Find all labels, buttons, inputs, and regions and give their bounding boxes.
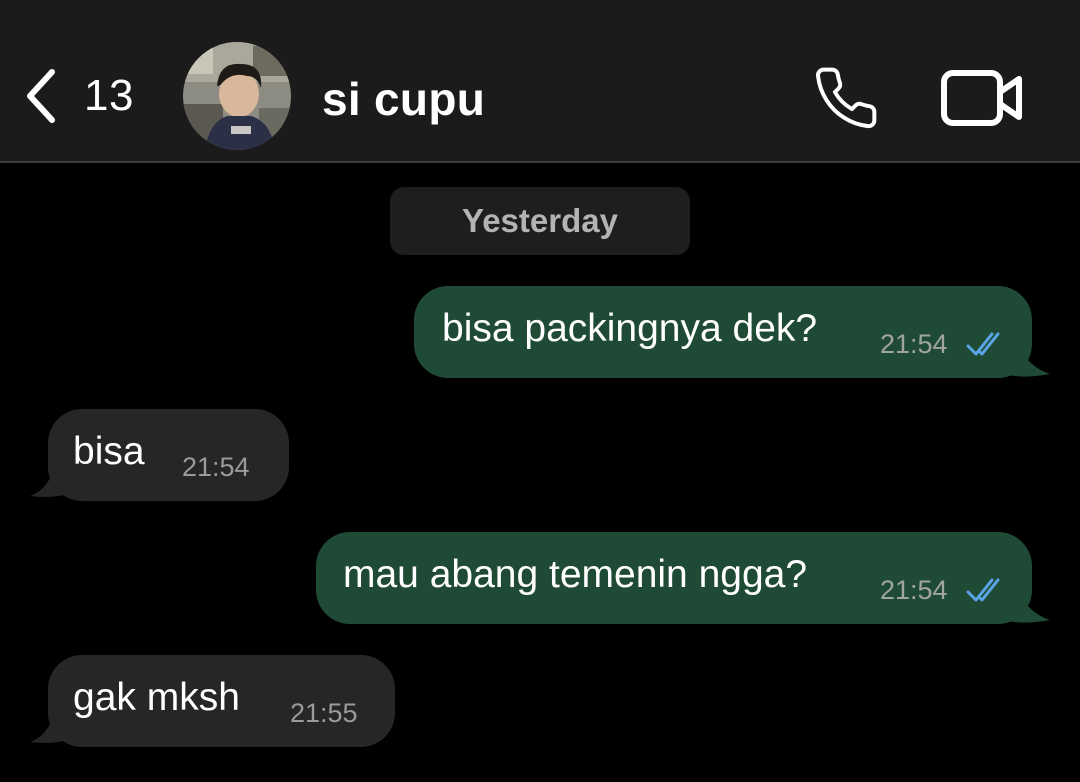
video-camera-icon — [941, 70, 1022, 126]
chevron-left-icon — [27, 69, 55, 123]
phone-icon — [816, 67, 877, 129]
message-timestamp: 21:54 — [880, 575, 948, 605]
avatar[interactable] — [183, 42, 291, 150]
message-text: bisa — [73, 430, 145, 473]
message-timestamp: 21:55 — [290, 698, 358, 728]
double-check-icon — [966, 578, 1000, 602]
message-bubble-outgoing[interactable]: bisa packingnya dek? 21:54 — [414, 286, 1032, 378]
double-check-icon — [966, 332, 1000, 356]
back-button[interactable]: 13 — [22, 64, 134, 128]
message-timestamp: 21:54 — [182, 452, 250, 482]
message-bubble-incoming[interactable]: bisa 21:54 — [48, 409, 289, 501]
message-timestamp: 21:54 — [880, 329, 948, 359]
message-bubble-outgoing[interactable]: mau abang temenin ngga? 21:54 — [316, 532, 1032, 624]
contact-name[interactable]: si cupu — [322, 72, 485, 126]
message-text: bisa packingnya dek? — [442, 307, 818, 350]
chat-header: 13 si cupu — [0, 0, 1080, 163]
video-call-button[interactable] — [940, 68, 1024, 128]
message-text: gak mksh — [73, 676, 240, 719]
message-bubble-incoming[interactable]: gak mksh 21:55 — [48, 655, 395, 747]
unread-count: 13 — [84, 71, 134, 120]
voice-call-button[interactable] — [812, 64, 880, 132]
avatar-image — [183, 42, 291, 150]
message-text: mau abang temenin ngga? — [343, 553, 808, 596]
date-separator: Yesterday — [390, 187, 690, 255]
